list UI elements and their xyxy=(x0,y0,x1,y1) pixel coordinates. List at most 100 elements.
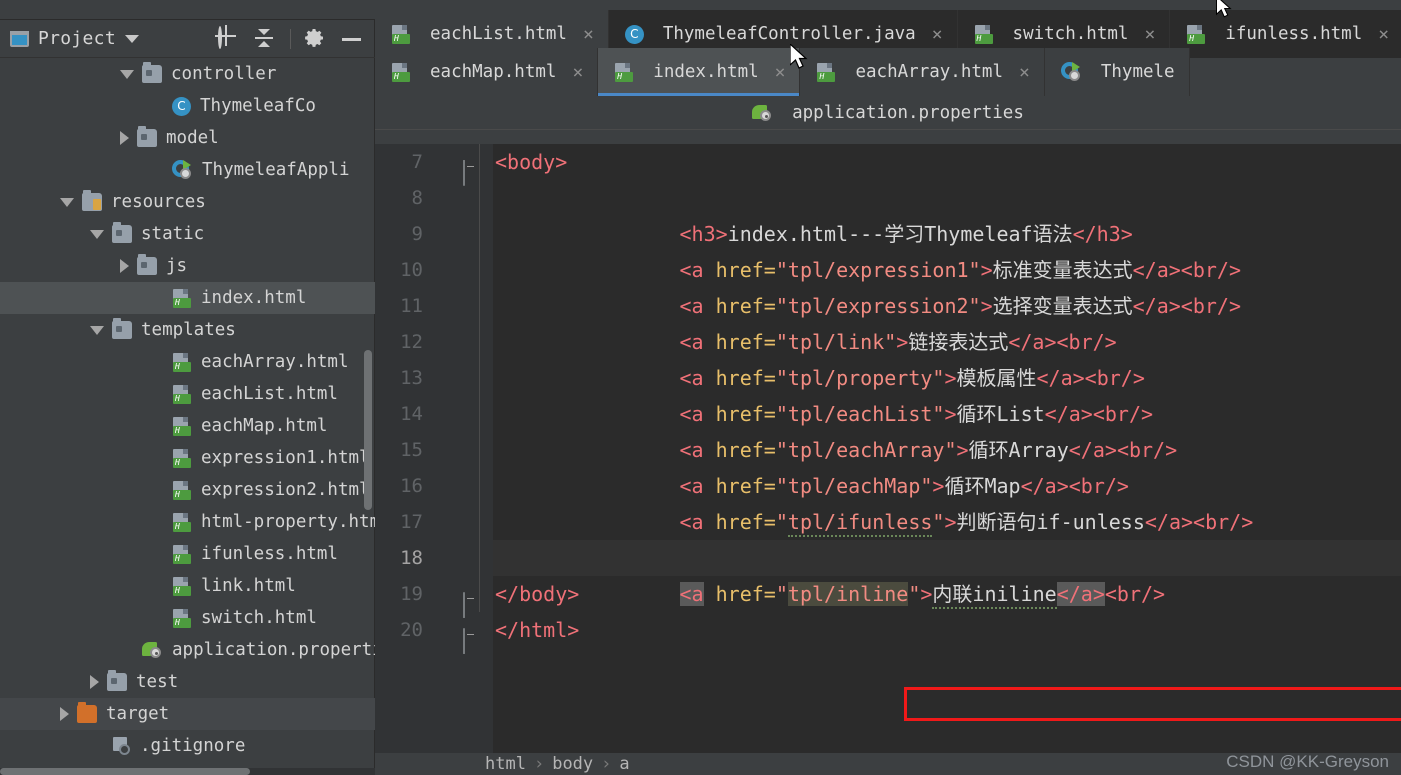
project-file-tree[interactable]: controller C ThymeleafCo model ThymeleafAppl… xyxy=(0,58,375,775)
tree-item-templates[interactable]: templates xyxy=(0,314,375,346)
chevron-down-icon[interactable] xyxy=(124,34,139,43)
code-lines[interactable]: 7 <body> 8 <h3>index.html---学习Thymeleaf语… xyxy=(375,144,1401,753)
java-class-icon: C xyxy=(172,96,191,116)
tree-item-controller[interactable]: controller xyxy=(0,58,375,90)
project-panel-title: Project xyxy=(38,28,116,49)
code-line-19[interactable]: 19 </body> xyxy=(375,576,1401,618)
code-line-16[interactable]: 16 <a href="tpl/ifunless">判断语句if-unless<… xyxy=(375,468,1401,537)
tree-item-target[interactable]: target xyxy=(0,698,375,730)
tree-item-model[interactable]: model xyxy=(0,122,375,154)
chevron-right-icon[interactable] xyxy=(90,675,99,689)
tree-item-label: link.html xyxy=(201,576,296,596)
line-number: 16 xyxy=(400,475,423,497)
tree-item-eachmap-html[interactable]: HeachMap.html xyxy=(0,410,375,442)
tree-item-thymeleafco[interactable]: C ThymeleafCo xyxy=(0,90,375,122)
tree-item-html-property-htm[interactable]: Hhtml-property.htm xyxy=(0,506,375,538)
folder-icon xyxy=(112,222,132,243)
code-line-14[interactable]: 14 <a href="tpl/eachArray">循环Array</a><b… xyxy=(375,396,1401,462)
toolbar-divider xyxy=(290,29,291,49)
application-properties-tab[interactable]: application.properties xyxy=(375,96,1401,130)
line-number: 14 xyxy=(400,403,423,425)
project-tool-window: Project controller C ThymeleafCo model Thyme… xyxy=(0,20,375,775)
close-icon[interactable]: × xyxy=(775,62,786,83)
folder-icon xyxy=(112,318,132,339)
chevron-right-icon[interactable] xyxy=(120,131,129,145)
editor-tab-eacharray-html[interactable]: HeachArray.html × xyxy=(800,48,1045,96)
tree-horizontal-scrollbar[interactable] xyxy=(0,768,375,775)
code-line-13[interactable]: 13 <a href="tpl/eachList">循环List</a><br/… xyxy=(375,360,1401,426)
close-icon[interactable]: × xyxy=(1019,62,1030,83)
breadcrumb-a[interactable]: a xyxy=(619,754,629,774)
springboot-icon xyxy=(172,160,193,180)
tree-vertical-scrollbar[interactable] xyxy=(364,350,372,510)
collapse-all-icon[interactable] xyxy=(254,28,276,50)
tree-item-expression2-html[interactable]: Hexpression2.html xyxy=(0,474,375,506)
code-line-12[interactable]: 12 <a href="tpl/property">模板属性</a><br/> xyxy=(375,324,1401,390)
tree-item-label: eachList.html xyxy=(201,384,338,404)
code-line-11[interactable]: 11 <a href="tpl/link">链接表达式</a><br/> xyxy=(375,288,1401,354)
close-icon[interactable]: × xyxy=(1378,24,1389,45)
code-line-7[interactable]: 7 <body> xyxy=(375,144,1401,186)
navigation-bar-clipped[interactable] xyxy=(10,0,18,7)
chevron-down-icon[interactable] xyxy=(60,197,74,207)
editor-tab-row-2[interactable]: HeachMap.html × Hindex.html × HeachArray.htm… xyxy=(375,48,1401,96)
chevron-down-icon[interactable] xyxy=(120,69,134,79)
tree-item-ifunless-html[interactable]: Hifunless.html xyxy=(0,538,375,570)
chevron-right-icon[interactable] xyxy=(120,259,129,273)
tree-item-application-properti[interactable]: application.properti xyxy=(0,634,375,666)
locate-file-icon[interactable] xyxy=(218,26,240,50)
editor-tab-label: eachList.html xyxy=(430,24,567,44)
tree-item-switch-html[interactable]: Hswitch.html xyxy=(0,602,375,634)
code-line-20[interactable]: 20 </html> xyxy=(375,612,1401,654)
tree-item-static[interactable]: static xyxy=(0,218,375,250)
html-file-icon: H xyxy=(172,288,192,308)
close-icon[interactable]: × xyxy=(932,24,943,45)
code-line-15[interactable]: 15 <a href="tpl/eachMap">循环Map</a><br/> xyxy=(375,432,1401,498)
minimize-icon[interactable] xyxy=(341,28,363,50)
target-folder-icon xyxy=(77,702,97,723)
editor-tab-eachmap-html[interactable]: HeachMap.html × xyxy=(375,48,599,96)
line-number: 15 xyxy=(400,439,423,461)
code-editor[interactable]: 7 <body> 8 <h3>index.html---学习Thymeleaf语… xyxy=(375,144,1401,753)
editor-tab-thymele[interactable]: Thymele xyxy=(1044,48,1190,96)
chevron-down-icon[interactable] xyxy=(90,229,104,239)
code-line-18[interactable]: 18 <a href="tpl/inline">内联iniline</a><br… xyxy=(375,540,1401,609)
html-file-icon: H xyxy=(172,576,192,596)
tree-item-label: static xyxy=(141,224,205,244)
springboot-icon xyxy=(1060,62,1082,82)
close-icon[interactable]: × xyxy=(572,62,583,83)
tree-item-test[interactable]: test xyxy=(0,666,375,698)
project-title-group[interactable]: Project xyxy=(10,28,139,49)
breadcrumb-html[interactable]: html xyxy=(485,754,526,774)
tree-item-index-html[interactable]: Hindex.html xyxy=(0,282,375,314)
editor-tab-index-html[interactable]: Hindex.html × xyxy=(598,48,801,96)
chevron-down-icon[interactable] xyxy=(90,325,104,335)
breadcrumb-body[interactable]: body xyxy=(552,754,593,774)
tree-item-expression1-html[interactable]: Hexpression1.html xyxy=(0,442,375,474)
folder-icon xyxy=(137,254,157,275)
chevron-right-icon[interactable] xyxy=(60,707,69,721)
tree-item-resources[interactable]: resources xyxy=(0,186,375,218)
html-file-icon: H xyxy=(172,416,192,436)
line-number: 9 xyxy=(411,223,423,245)
tree-item-eachlist-html[interactable]: HeachList.html xyxy=(0,378,375,410)
tree-item-label: expression2.html xyxy=(201,480,370,500)
code-line-9[interactable]: 9 <a href="tpl/expression1">标准变量表达式</a><… xyxy=(375,216,1401,282)
tree-item--gitignore[interactable]: .gitignore xyxy=(0,730,375,762)
tree-item-thymeleafappli[interactable]: ThymeleafAppli xyxy=(0,154,375,186)
editor-tab-label: switch.html xyxy=(1012,24,1129,44)
tree-item-eacharray-html[interactable]: HeachArray.html xyxy=(0,346,375,378)
fold-marker-icon[interactable] xyxy=(463,623,478,654)
spring-leaf-icon xyxy=(142,640,163,660)
code-line-8[interactable]: 8 <h3>index.html---学习Thymeleaf语法</h3> xyxy=(375,180,1401,246)
gear-icon[interactable] xyxy=(305,28,327,50)
code-line-17[interactable]: 17 <a href="tpl/switch">判断语句switch</a><b… xyxy=(375,504,1401,570)
close-icon[interactable]: × xyxy=(1144,24,1155,45)
tree-item-js[interactable]: js xyxy=(0,250,375,282)
tree-item-link-html[interactable]: Hlink.html xyxy=(0,570,375,602)
fold-marker-icon[interactable] xyxy=(463,155,478,186)
code-line-10[interactable]: 10 <a href="tpl/expression2">选择变量表达式</a>… xyxy=(375,252,1401,318)
close-icon[interactable]: × xyxy=(583,24,594,45)
fold-marker-icon[interactable] xyxy=(463,587,478,618)
folder-icon xyxy=(142,62,162,83)
